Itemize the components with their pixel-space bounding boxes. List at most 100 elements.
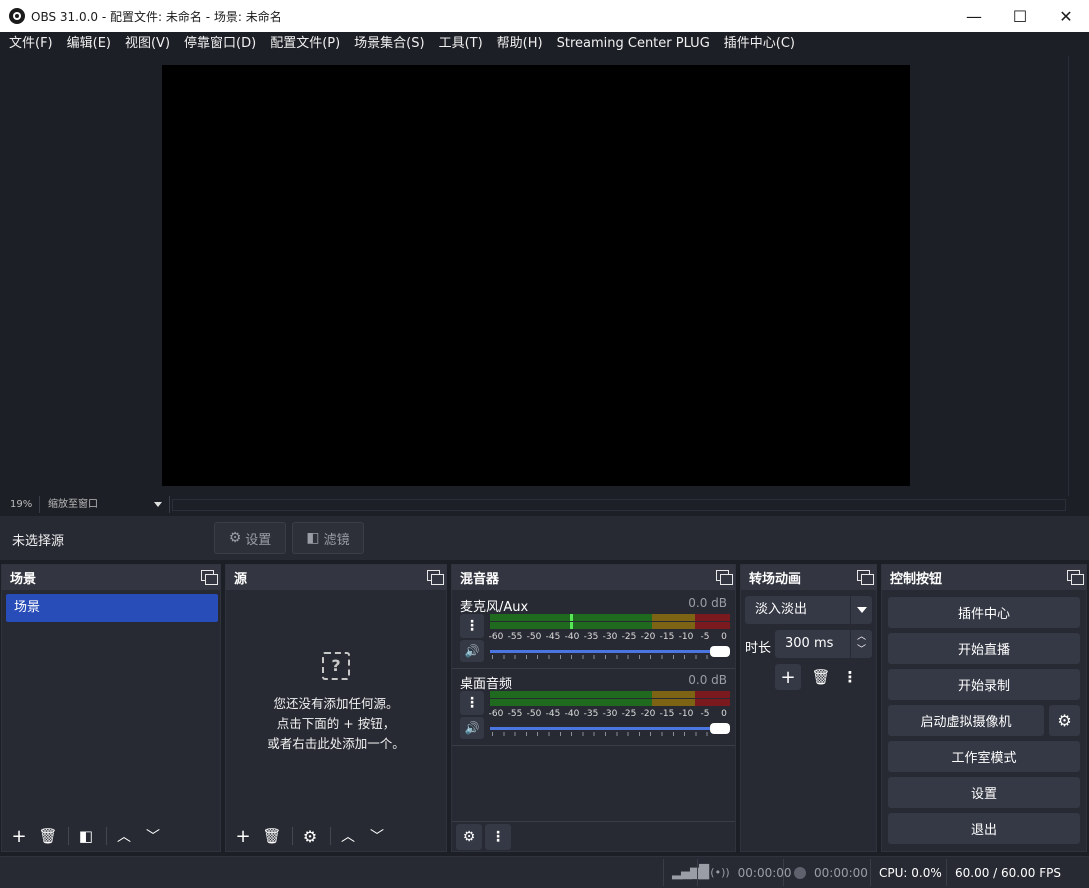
advanced-audio-button[interactable]: ⚙ (456, 823, 482, 850)
signal-bars-icon: ▂▄▆█ (672, 865, 709, 880)
transitions-body: 淡入淡出 时长 300 ms ︿ ﹀ + 🗑 ⋮ (741, 590, 876, 851)
preview-vertical-scrollbar[interactable] (1068, 56, 1086, 496)
mixer-menu-button[interactable]: ⋮ (485, 823, 511, 850)
meter-tick-label: -30 (602, 632, 618, 642)
chevron-up-icon: ︿ (341, 829, 355, 845)
move-source-up-button[interactable]: ︿ (335, 823, 361, 849)
meter-tick-label: -5 (700, 709, 710, 719)
chevron-down-icon[interactable] (850, 596, 872, 624)
slider-handle[interactable] (710, 723, 730, 734)
meter-tick-label: -15 (659, 709, 675, 719)
slider-track (490, 650, 720, 653)
move-source-down-button[interactable]: ﹀ (364, 823, 390, 849)
meter-left (490, 614, 730, 621)
preview-horizontal-scrollbar[interactable] (172, 498, 1066, 511)
float-dock-icon[interactable] (716, 570, 733, 585)
remove-scene-button[interactable]: 🗑 (35, 823, 61, 849)
sources-empty-state: ? 您还没有添加任何源。 点击下面的 + 按钮， 或者右击此处添加一个。 (226, 652, 446, 754)
start-stream-button[interactable]: 开始直播 (888, 633, 1080, 664)
minimize-button[interactable]: — (951, 0, 997, 32)
menu-view[interactable]: 视图(V) (119, 32, 176, 55)
menu-docks[interactable]: 停靠窗口(D) (178, 32, 262, 55)
mute-button[interactable]: 🔊 (460, 717, 484, 739)
duration-label: 时长 (745, 641, 772, 656)
source-properties-button[interactable]: ⚙ (297, 823, 323, 849)
menu-scene-collection[interactable]: 场景集合(S) (348, 32, 430, 55)
preview-canvas[interactable] (162, 65, 910, 486)
meter-tick-label: -45 (545, 709, 561, 719)
mixer-body: 麦克风/Aux 0.0 dB ⋮ 🔊 -60 -55 -50 -45 -40 -35 -30… (452, 590, 735, 851)
sources-list[interactable]: ? 您还没有添加任何源。 点击下面的 + 按钮， 或者右击此处添加一个。 + 🗑… (226, 590, 446, 851)
record-dot-icon (794, 866, 806, 879)
scenes-title: 场景 (10, 572, 37, 587)
transitions-title: 转场动画 (749, 572, 802, 587)
channel-menu-button[interactable]: ⋮ (460, 614, 484, 638)
remove-source-button[interactable]: 🗑 (259, 823, 285, 849)
menu-plugin-center[interactable]: 插件中心(C) (718, 32, 801, 55)
sources-empty-line2: 点击下面的 + 按钮， (276, 716, 396, 731)
move-scene-up-button[interactable]: ︿ (111, 823, 137, 849)
chevron-down-icon[interactable] (146, 496, 170, 513)
record-time: 00:00:00 (814, 865, 868, 880)
meter-tick-label: -10 (678, 709, 694, 719)
add-source-button[interactable]: + (230, 823, 256, 849)
menu-edit[interactable]: 编辑(E) (61, 32, 117, 55)
fps-display: 60.00 / 60.00 FPS (955, 865, 1061, 880)
settings-button[interactable]: 设置 (888, 777, 1080, 808)
menu-help[interactable]: 帮助(H) (491, 32, 549, 55)
mute-button[interactable]: 🔊 (460, 640, 484, 662)
transition-properties-button[interactable]: ⋮ (837, 664, 863, 690)
trash-icon: 🗑 (262, 827, 282, 845)
status-bar: ▂▄▆█ ((•)) 00:00:00 00:00:00 CPU: 0.0% 6… (0, 856, 1089, 888)
transition-select[interactable]: 淡入淡出 (745, 596, 872, 624)
start-virtual-cam-button[interactable]: 启动虚拟摄像机 (888, 705, 1044, 736)
menu-file[interactable]: 文件(F) (3, 32, 59, 55)
remove-transition-button[interactable]: 🗑 (808, 664, 834, 690)
maximize-button[interactable]: ☐ (997, 0, 1043, 32)
meter-tick-label: -40 (564, 709, 580, 719)
scenes-dock-title: 场景 (2, 565, 220, 590)
duration-stepper[interactable]: ︿ ﹀ (850, 630, 872, 658)
float-dock-icon[interactable] (427, 570, 444, 585)
sources-title: 源 (234, 572, 248, 587)
meter-right (490, 622, 730, 629)
zoom-percent: 19% (4, 496, 40, 513)
scene-item[interactable]: 场景 (6, 594, 218, 622)
controls-body: 插件中心 开始直播 开始录制 启动虚拟摄像机 ⚙ 工作室模式 设置 退出 (882, 590, 1086, 851)
meter-left (490, 691, 730, 698)
source-settings-button[interactable]: ⚙ 设置 (214, 522, 286, 554)
meter-tick-label: -20 (640, 709, 656, 719)
volume-slider[interactable] (490, 646, 730, 659)
float-dock-icon[interactable] (857, 570, 874, 585)
add-scene-button[interactable]: + (6, 823, 32, 849)
source-filters-button[interactable]: ◧ 滤镜 (292, 522, 364, 554)
zoom-mode-select[interactable]: 缩放至窗口 (40, 496, 146, 513)
channel-menu-button[interactable]: ⋮ (460, 691, 484, 715)
meter-ticks: -60 -55 -50 -45 -40 -35 -30 -25 -20 -15 -10 -5 0 (489, 632, 732, 642)
float-dock-icon[interactable] (201, 570, 218, 585)
close-button[interactable]: ✕ (1043, 0, 1089, 32)
scene-filters-button[interactable]: ◧ (73, 823, 99, 849)
volume-slider[interactable] (490, 723, 730, 736)
menu-tools[interactable]: 工具(T) (433, 32, 489, 55)
gear-icon: ⚙ (228, 530, 242, 546)
add-transition-button[interactable]: + (775, 664, 801, 690)
meter-tick-label: -35 (583, 709, 599, 719)
plugin-center-button[interactable]: 插件中心 (888, 597, 1080, 628)
menu-streaming-center[interactable]: Streaming Center PLUG (551, 32, 716, 55)
start-record-button[interactable]: 开始录制 (888, 669, 1080, 700)
sources-empty-line3: 或者右击此处添加一个。 (267, 736, 405, 751)
slider-handle[interactable] (710, 646, 730, 657)
menu-profile[interactable]: 配置文件(P) (264, 32, 346, 55)
virtual-cam-settings-button[interactable]: ⚙ (1049, 705, 1080, 736)
studio-mode-button[interactable]: 工作室模式 (888, 741, 1080, 772)
obs-logo-icon (9, 8, 25, 24)
exit-button[interactable]: 退出 (888, 813, 1080, 844)
scenes-list[interactable]: 场景 + 🗑 ◧ ︿ ﹀ (2, 590, 220, 851)
float-dock-icon[interactable] (1067, 570, 1084, 585)
move-scene-down-button[interactable]: ﹀ (140, 823, 166, 849)
cpu-usage: CPU: 0.0% (879, 865, 942, 880)
duration-spinbox[interactable]: 300 ms ︿ ﹀ (775, 630, 872, 658)
source-filters-label: 滤镜 (323, 532, 350, 548)
chevron-up-icon: ︿ (117, 829, 131, 845)
